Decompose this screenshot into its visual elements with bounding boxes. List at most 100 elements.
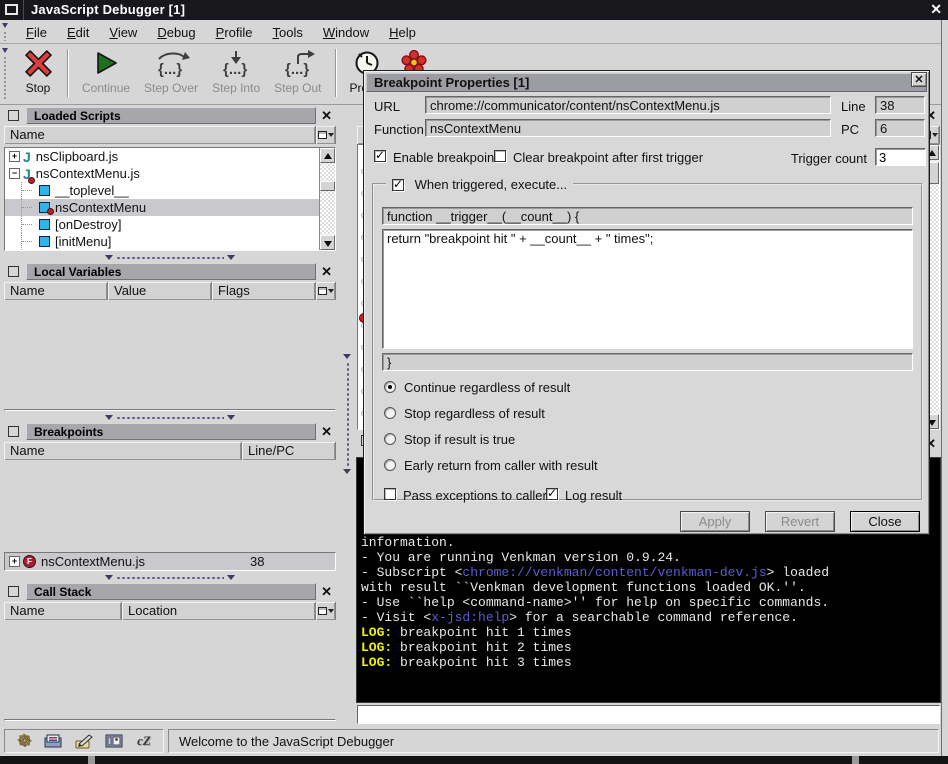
call-stack-body[interactable] — [4, 719, 336, 721]
twisty-icon[interactable]: + — [9, 556, 20, 567]
console-text: breakpoint hit 3 times — [392, 655, 571, 670]
enable-breakpoint-checkbox[interactable] — [374, 150, 386, 162]
column-header-name[interactable]: Name — [4, 602, 122, 620]
toolbar-grippy[interactable] — [1, 46, 10, 102]
console-link[interactable]: chrome://venkman/content/venkman-dev.js — [462, 565, 766, 580]
console-link[interactable]: x-jsd:help — [431, 610, 509, 625]
log-result-checkbox[interactable] — [546, 488, 558, 500]
menu-profile[interactable]: Profile — [206, 22, 263, 43]
dialog-titlebar[interactable]: Breakpoint Properties [1] — [366, 73, 927, 92]
window-resize-bar[interactable] — [0, 756, 948, 764]
breakpoint-row[interactable]: +FnsContextMenu.js38 — [5, 553, 335, 570]
apply-button[interactable]: Apply — [680, 511, 750, 532]
radio-continue-regardless-of-r[interactable] — [384, 381, 396, 393]
tree-item-label: nsClipboard.js — [31, 149, 118, 164]
tree-row[interactable]: [initMenu] — [5, 233, 335, 250]
stop-button[interactable]: Stop — [15, 46, 61, 95]
tree-connector — [21, 233, 36, 250]
column-header-name[interactable]: Name — [4, 442, 242, 460]
radio-early-return-from-caller[interactable] — [384, 459, 396, 471]
column-header-name[interactable]: Name — [4, 126, 316, 144]
continue-button[interactable]: Continue — [75, 46, 137, 95]
revert-button[interactable]: Revert — [765, 511, 835, 532]
toolbar-separator — [335, 49, 337, 97]
dialog-close-button[interactable]: ✕ — [911, 72, 927, 87]
addressbook-icon[interactable] — [102, 732, 126, 750]
panel-float-button[interactable] — [8, 586, 19, 597]
panel-close-icon[interactable]: ✕ — [321, 584, 332, 600]
menu-tools[interactable]: Tools — [263, 22, 313, 43]
menu-view[interactable]: View — [99, 22, 147, 43]
close-button[interactable]: Close — [850, 511, 920, 532]
console-line: LOG: breakpoint hit 2 times — [361, 640, 829, 655]
column-header-location[interactable]: Location — [122, 602, 316, 620]
window-close-icon[interactable]: ✕ — [930, 1, 942, 18]
panel-float-button[interactable] — [8, 266, 19, 277]
step-into-button[interactable]: {...}Step Into — [205, 46, 267, 95]
console-command-input[interactable] — [357, 705, 940, 724]
tree-connector — [21, 216, 36, 233]
radio-stop-if-result-is-true[interactable] — [384, 433, 396, 445]
panel-close-icon[interactable]: ✕ — [321, 424, 332, 440]
column-headers: Name — [3, 126, 337, 144]
console-line: - Use ``help <command-name>'' for help o… — [361, 595, 829, 610]
column-picker-icon[interactable] — [316, 602, 336, 620]
step-out-button[interactable]: {...}Step Out — [267, 46, 328, 95]
mail-icon[interactable] — [42, 732, 66, 750]
composer-icon[interactable] — [72, 732, 96, 750]
js-file-icon: J — [23, 166, 31, 182]
vertical-splitter[interactable] — [340, 106, 354, 722]
pass-exceptions-checkbox[interactable] — [384, 488, 396, 500]
status-message: Welcome to the JavaScript Debugger — [168, 729, 939, 753]
panel-close-icon[interactable]: ✕ — [321, 108, 332, 124]
column-header-value[interactable]: Value — [108, 282, 212, 300]
loaded-scripts-body[interactable]: +JnsClipboard.js−JnsContextMenu.js__topl… — [4, 147, 336, 251]
clear-breakpoint-label: Clear breakpoint after first trigger — [513, 150, 703, 165]
column-header-name[interactable]: Name — [4, 282, 108, 300]
tree-row[interactable]: __toplevel__ — [5, 182, 335, 199]
radio-stop-regardless-of-resul[interactable] — [384, 407, 396, 419]
trigger-count-input[interactable] — [875, 148, 926, 166]
window-menu-icon[interactable] — [5, 4, 18, 15]
navigator-icon[interactable]: ☸ — [12, 732, 36, 750]
twisty-icon[interactable]: − — [9, 168, 20, 179]
column-picker-icon[interactable] — [316, 282, 336, 300]
console-text: LOG: — [361, 655, 392, 670]
column-header-line-pc[interactable]: Line/PC — [242, 442, 336, 460]
scroll-thumb[interactable] — [320, 181, 335, 191]
tree-row[interactable]: [onDestroy] — [5, 216, 335, 233]
local-variables-body[interactable] — [4, 409, 336, 411]
twisty-icon[interactable]: + — [9, 151, 20, 162]
chatzilla-icon[interactable]: cZ — [132, 732, 156, 750]
column-picker-icon[interactable] — [316, 126, 336, 144]
console-text: information. — [361, 535, 455, 550]
column-headers: NameValueFlags — [3, 282, 337, 300]
menu-file[interactable]: File — [16, 22, 57, 43]
horizontal-splitter[interactable] — [3, 252, 337, 262]
panel-title: Breakpoints — [26, 423, 316, 440]
menubar-grippy[interactable] — [1, 21, 10, 43]
tree-row[interactable]: −JnsContextMenu.js — [5, 165, 335, 182]
console-text: breakpoint hit 2 times — [392, 640, 571, 655]
menu-edit[interactable]: Edit — [57, 22, 99, 43]
horizontal-splitter[interactable] — [3, 572, 337, 582]
when-triggered-checkbox[interactable] — [392, 179, 404, 191]
tree-row[interactable]: nsContextMenu — [5, 199, 335, 216]
menu-window[interactable]: Window — [313, 22, 379, 43]
column-header-flags[interactable]: Flags — [212, 282, 316, 300]
menu-help[interactable]: Help — [379, 22, 426, 43]
step-over-button[interactable]: {...}Step Over — [137, 46, 205, 95]
tree-row[interactable]: +JnsClipboard.js — [5, 148, 335, 165]
horizontal-splitter[interactable] — [3, 412, 337, 422]
clear-breakpoint-checkbox[interactable] — [494, 150, 506, 162]
tree-item-label: nsContextMenu — [50, 200, 146, 215]
panel-float-button[interactable] — [8, 110, 19, 121]
panel-float-button[interactable] — [8, 426, 19, 437]
scrollbar[interactable] — [319, 148, 335, 250]
menu-debug[interactable]: Debug — [147, 22, 205, 43]
scroll-up-icon[interactable] — [320, 148, 335, 163]
scroll-down-icon[interactable] — [320, 235, 335, 250]
panel-close-icon[interactable]: ✕ — [321, 264, 332, 280]
trigger-code-textarea[interactable]: return "breakpoint hit " + __count__ + "… — [382, 229, 913, 349]
breakpoints-body[interactable]: +FnsContextMenu.js38 — [4, 552, 336, 571]
